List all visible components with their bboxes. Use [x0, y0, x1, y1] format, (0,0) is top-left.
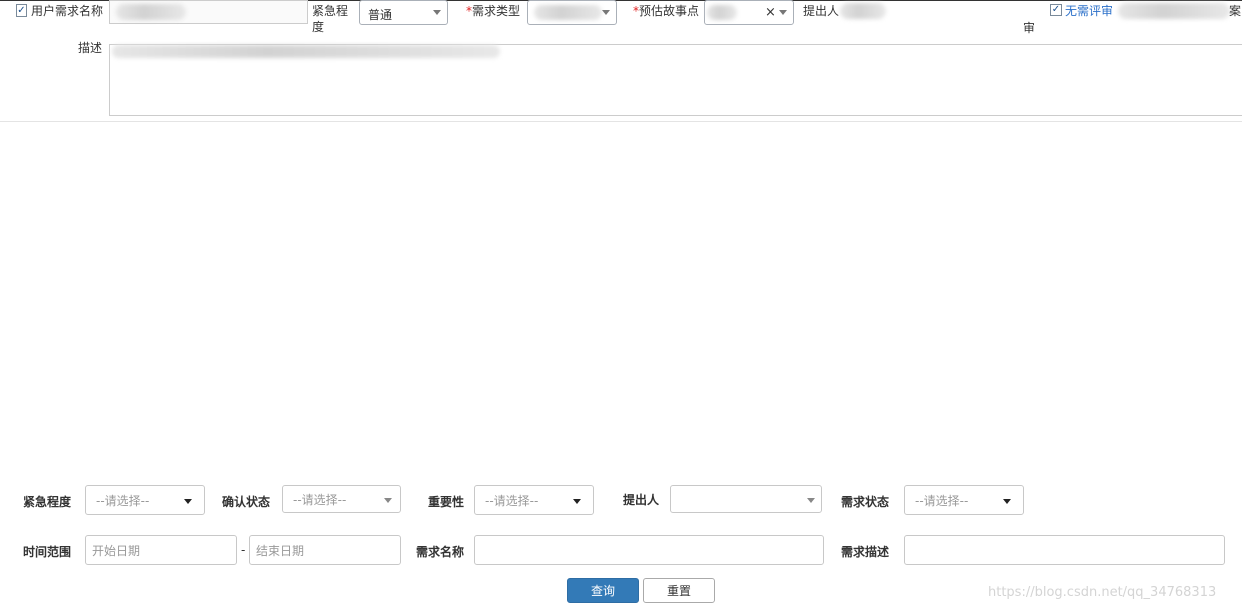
- story-points-redacted: [707, 5, 737, 20]
- demand-type-label: *需求类型: [466, 4, 521, 18]
- filter-proposer-select[interactable]: [670, 485, 822, 513]
- filter-confirm-select[interactable]: --请选择--: [282, 485, 401, 513]
- filter-proposer-label: 提出人: [623, 493, 660, 507]
- description-label: 描述: [78, 41, 103, 55]
- name-input[interactable]: [109, 0, 308, 24]
- description-textarea[interactable]: [109, 44, 1242, 116]
- filter-desc-label: 需求描述: [841, 545, 890, 559]
- proposer-redacted: [840, 3, 886, 19]
- filter-importance-label: 重要性: [428, 495, 465, 509]
- filter-name-label: 需求名称: [416, 545, 465, 559]
- filter-urgency-label: 紧急程度: [23, 495, 72, 509]
- urgency-select[interactable]: 普通: [359, 0, 448, 25]
- no-review-label[interactable]: 无需评审: [1065, 2, 1113, 19]
- chevron-down-icon: [602, 10, 610, 15]
- clear-icon[interactable]: ×: [765, 5, 776, 20]
- case-fragment: 案: [1229, 4, 1242, 18]
- chevron-down-icon: [807, 498, 815, 503]
- demand-type-select[interactable]: [527, 0, 617, 25]
- section-divider: [0, 121, 1242, 122]
- filter-status-label: 需求状态: [841, 495, 890, 509]
- end-date-input[interactable]: 结束日期: [249, 535, 401, 565]
- filter-confirm-label: 确认状态: [222, 495, 271, 509]
- chevron-down-icon: [384, 498, 392, 503]
- filter-urgency-placeholder: --请选择--: [96, 493, 150, 508]
- story-points-label: *预估故事点: [633, 4, 700, 18]
- filter-desc-input[interactable]: [904, 535, 1225, 565]
- query-button[interactable]: 查询: [567, 578, 639, 603]
- start-date-input[interactable]: 开始日期: [85, 535, 237, 565]
- reviewer-redacted: [1118, 3, 1230, 19]
- name-input-redacted: [116, 4, 186, 20]
- urgency-label: 紧急程 度: [312, 4, 349, 34]
- reset-button[interactable]: 重置: [643, 578, 715, 603]
- filter-status-select[interactable]: --请选择--: [904, 485, 1024, 515]
- chevron-down-icon: [573, 499, 581, 504]
- watermark: https://blog.csdn.net/qq_34768313: [988, 585, 1217, 600]
- no-review-wrap-text: 审: [1023, 21, 1036, 35]
- filter-importance-placeholder: --请选择--: [485, 493, 539, 508]
- name-checkbox[interactable]: ✓: [16, 4, 27, 17]
- filter-importance-select[interactable]: --请选择--: [474, 485, 594, 515]
- proposer-label: 提出人: [803, 4, 840, 18]
- filter-confirm-placeholder: --请选择--: [293, 492, 347, 507]
- filter-status-placeholder: --请选择--: [915, 493, 969, 508]
- urgency-select-value: 普通: [368, 8, 393, 22]
- description-redacted: [112, 45, 500, 58]
- chevron-down-icon: [433, 10, 441, 15]
- filter-time-label: 时间范围: [23, 545, 72, 559]
- story-points-select[interactable]: ×: [704, 0, 794, 25]
- date-separator: -: [241, 543, 246, 557]
- demand-type-redacted: [534, 5, 602, 20]
- chevron-down-icon: [1003, 499, 1011, 504]
- start-date-placeholder: 开始日期: [92, 543, 141, 558]
- chevron-down-icon: [184, 499, 192, 504]
- chevron-down-icon: [779, 10, 787, 15]
- name-label: 用户需求名称: [31, 4, 104, 18]
- filter-name-input[interactable]: [474, 535, 824, 565]
- filter-urgency-select[interactable]: --请选择--: [85, 485, 205, 515]
- no-review-checkbox[interactable]: ✓: [1050, 4, 1062, 16]
- end-date-placeholder: 结束日期: [256, 543, 305, 558]
